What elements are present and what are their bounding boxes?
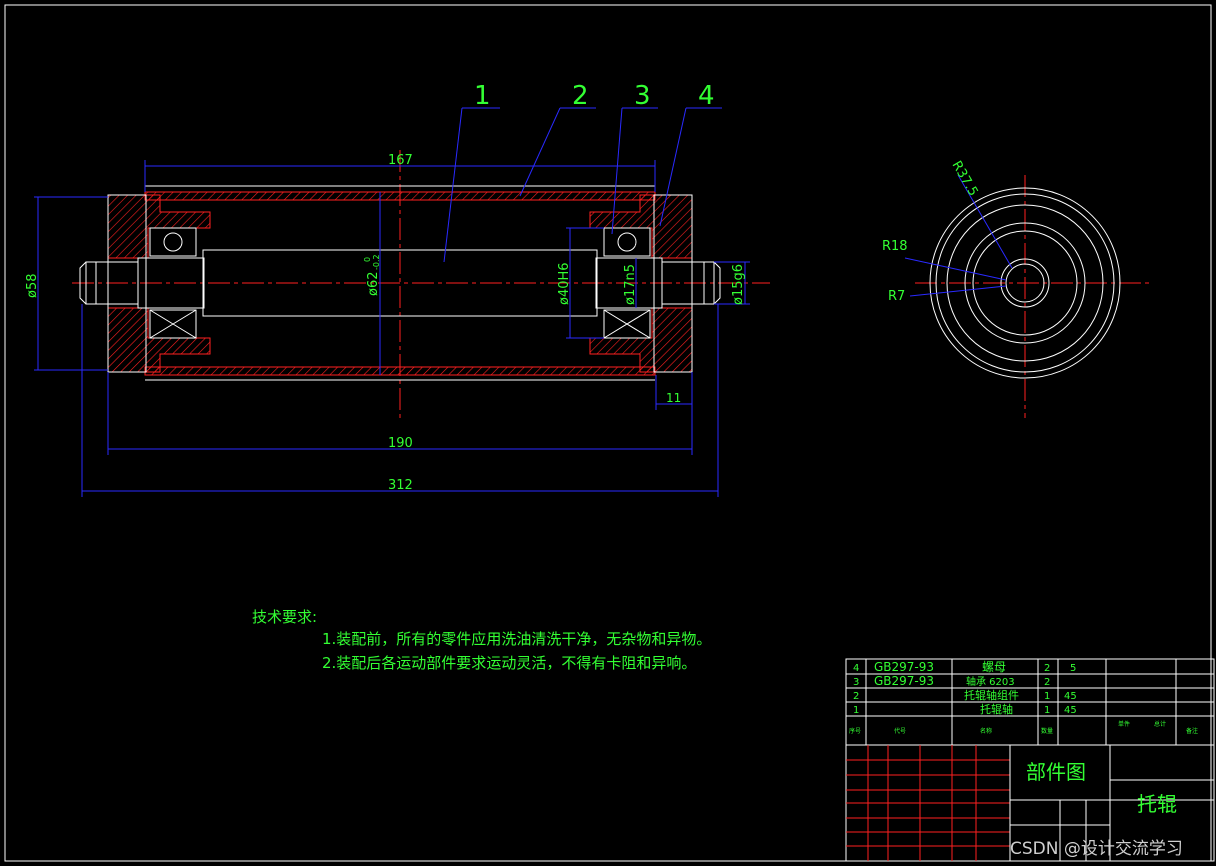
bom-header-name: 名称 (980, 727, 992, 735)
bom-header-remark: 备注 (1186, 727, 1198, 735)
dim-phi62-tol-lower: -0.2 (372, 254, 381, 270)
bom-row3-name: 轴承 6203 (966, 675, 1015, 688)
bom-row4-code: GB297-93 (874, 660, 934, 674)
dim-phi62: ø62 (366, 272, 381, 297)
bom-row4-mat: 5 (1070, 663, 1076, 674)
dim-r7: R7 (888, 289, 905, 304)
bom-header-unit: 单件 (1118, 720, 1130, 728)
dim-11: 11 (666, 391, 681, 405)
bom-header-total: 总计 (1154, 720, 1166, 728)
callout-4: 4 (698, 81, 715, 111)
bom-row2-name: 托辊轴组件 (964, 688, 1019, 702)
title-block: 4 GB297-93 螺母 2 5 3 GB297-93 轴承 6203 2 2… (845, 658, 1215, 862)
drawing-type-label: 部件图 (1026, 760, 1086, 784)
dim-312: 312 (388, 478, 413, 493)
bom-row3-code: GB297-93 (874, 674, 934, 688)
dim-phi40h6: ø40H6 (557, 262, 572, 305)
bom-row4-no: 4 (853, 663, 859, 674)
dim-r375: R37.5 (949, 159, 981, 199)
callout-1: 1 (474, 81, 491, 111)
bom-header-qty: 数量 (1041, 727, 1053, 735)
callout-3: 3 (634, 81, 651, 111)
tech-requirements-title: 技术要求: (252, 608, 318, 626)
bom-row2-mat: 45 (1064, 691, 1077, 702)
bom-row1-qty: 1 (1044, 705, 1050, 716)
dim-190: 190 (388, 436, 413, 451)
dim-167: 167 (388, 153, 413, 168)
section-view: 1 2 3 4 167 190 312 11 ø58 ø62 0 -0.2 ø4… (25, 81, 770, 497)
dim-phi62-tol-upper: 0 (363, 257, 372, 262)
bom-header-no: 序号 (849, 727, 861, 735)
bom-header-code: 代号 (894, 727, 906, 735)
left-housing-bottom (107, 307, 211, 373)
bom-row4-name: 螺母 (982, 660, 1006, 674)
cad-drawing-canvas: 1 2 3 4 167 190 312 11 ø58 ø62 0 -0.2 ø4… (4, 4, 1215, 862)
bom-row1-no: 1 (853, 705, 859, 716)
bom-row1-name: 托辊轴 (980, 702, 1013, 716)
bom-row3-no: 3 (853, 677, 859, 688)
bom-row4-qty: 2 (1044, 663, 1050, 674)
bom-row3-qty: 2 (1044, 677, 1050, 688)
drawing-frame (4, 4, 1212, 862)
bom-row2-qty: 1 (1044, 691, 1050, 702)
bom-row1-mat: 45 (1064, 705, 1077, 716)
tech-requirement-2: 2.装配后各运动部件要求运动灵活，不得有卡阻和异响。 (322, 654, 697, 672)
dim-phi58: ø58 (25, 274, 40, 299)
tube-shell-top (144, 191, 656, 201)
tech-requirement-1: 1.装配前，所有的零件应用洗油清洗干净，无杂物和异物。 (322, 630, 712, 648)
bom-row2-no: 2 (853, 691, 859, 702)
callout-2: 2 (572, 81, 589, 111)
dim-phi15g6: ø15g6 (731, 264, 746, 305)
right-housing-bottom (589, 307, 693, 373)
left-housing-top (107, 194, 211, 259)
end-view: R37.5 R18 R7 (882, 159, 1150, 418)
part-name-label: 托辊 (1137, 792, 1177, 816)
right-housing-top (589, 194, 693, 259)
watermark: CSDN @设计交流学习 (1010, 839, 1183, 859)
dimension-text: 1 2 3 4 167 190 312 11 ø58 ø62 0 -0.2 ø4… (25, 81, 746, 493)
tube-shell-bottom (144, 366, 656, 376)
dim-phi17n5: ø17n5 (623, 264, 638, 305)
dim-r18: R18 (882, 239, 908, 254)
